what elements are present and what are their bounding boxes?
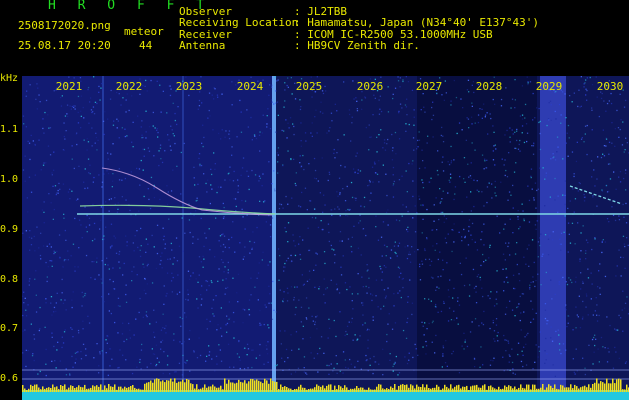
x-tick-label: 2029 bbox=[536, 80, 563, 93]
y-tick-label: 0.9 bbox=[0, 224, 19, 235]
antenna-label: Antenna bbox=[179, 39, 226, 52]
y-tick-label: 1.1 bbox=[0, 124, 19, 135]
x-tick-label: 2027 bbox=[416, 80, 443, 93]
antenna-value: : HB9CV Zenith dir. bbox=[294, 39, 420, 52]
spectrogram-canvas: 2021 2022 2023 2024 2025 2026 2027 2028 2029 2030 bbox=[22, 76, 629, 400]
meteor-label: meteor bbox=[124, 25, 164, 38]
x-tick-label: 2021 bbox=[56, 80, 83, 93]
timestamp-label: 25.08.17 20:20 bbox=[18, 39, 111, 52]
filename-label: 2508172020.png bbox=[18, 19, 111, 32]
spectrogram: 2021 2022 2023 2024 2025 2026 2027 2028 2029 2030 bbox=[22, 76, 629, 400]
y-tick-label: 0.7 bbox=[0, 323, 19, 334]
y-tick-label: 1.0 bbox=[0, 174, 19, 185]
x-tick-label: 2022 bbox=[116, 80, 143, 93]
x-tick-label: 2030 bbox=[597, 80, 624, 93]
meteor-count: 44 bbox=[139, 39, 153, 52]
header-panel: H R O F F T 2508172020.png 25.08.17 20:2… bbox=[0, 0, 629, 76]
y-tick-label: 0.6 bbox=[0, 373, 19, 384]
y-tick-label: 0.8 bbox=[0, 274, 19, 285]
y-axis-unit: kHz bbox=[0, 73, 19, 84]
x-tick-label: 2023 bbox=[176, 80, 203, 93]
x-tick-label: 2024 bbox=[237, 80, 264, 93]
x-tick-label: 2025 bbox=[296, 80, 323, 93]
x-tick-label: 2026 bbox=[357, 80, 384, 93]
x-tick-label: 2028 bbox=[476, 80, 503, 93]
